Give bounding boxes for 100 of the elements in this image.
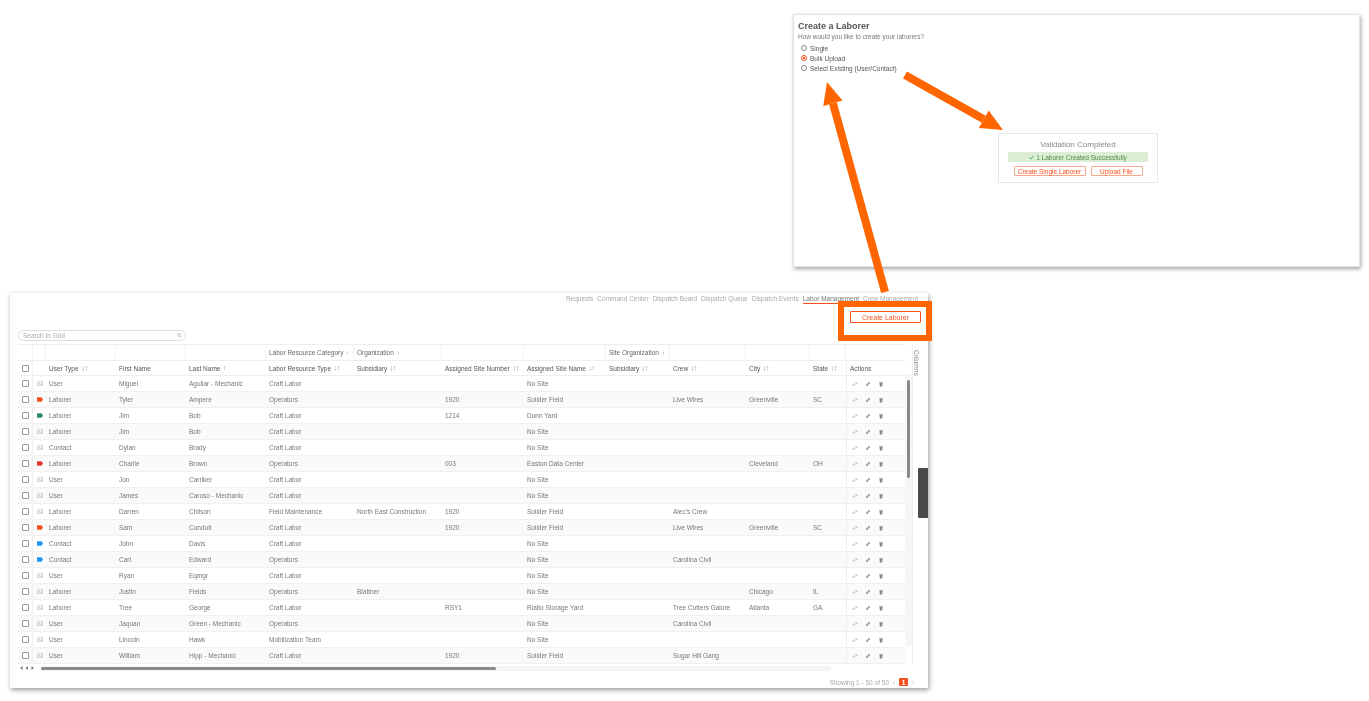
image-placeholder-icon	[36, 637, 43, 642]
pencil-icon[interactable]	[865, 476, 871, 483]
trash-icon[interactable]	[878, 396, 884, 403]
image-placeholder-icon	[36, 621, 43, 626]
pencil-icon[interactable]	[865, 652, 871, 659]
swap-icon[interactable]	[852, 428, 858, 435]
checkbox[interactable]	[21, 396, 29, 403]
trash-icon[interactable]	[878, 444, 884, 451]
pencil-icon[interactable]	[865, 556, 871, 563]
trash-icon[interactable]	[878, 460, 884, 467]
trash-icon[interactable]	[878, 492, 884, 499]
scroll-arrows-icon[interactable]	[18, 665, 36, 671]
sort-icon[interactable]	[334, 365, 341, 371]
radio-button[interactable]	[801, 55, 807, 61]
trash-icon[interactable]	[878, 476, 884, 483]
trash-icon[interactable]	[878, 508, 884, 515]
checkbox[interactable]	[21, 540, 29, 547]
checkbox[interactable]	[21, 604, 29, 611]
swap-icon[interactable]	[852, 380, 858, 387]
checkbox[interactable]	[21, 380, 29, 387]
trash-icon[interactable]	[878, 412, 884, 419]
swap-icon[interactable]	[852, 476, 858, 483]
sort-icon[interactable]	[512, 365, 519, 371]
pencil-icon[interactable]	[865, 460, 871, 467]
swap-icon[interactable]	[852, 604, 858, 611]
swap-icon[interactable]	[852, 652, 858, 659]
checkbox[interactable]	[21, 652, 29, 659]
image-placeholder-icon	[36, 573, 43, 578]
image-placeholder-icon	[36, 381, 43, 386]
vertical-scrollbar[interactable]	[905, 374, 912, 646]
checkbox[interactable]	[21, 460, 29, 467]
sort-icon[interactable]	[763, 365, 770, 371]
pencil-icon[interactable]	[865, 540, 871, 547]
trash-icon[interactable]	[878, 652, 884, 659]
swap-icon[interactable]	[852, 556, 858, 563]
swap-icon[interactable]	[852, 572, 858, 579]
sort-icon[interactable]	[81, 365, 88, 371]
swap-icon[interactable]	[852, 460, 858, 467]
swap-icon[interactable]	[852, 588, 858, 595]
trash-icon[interactable]	[878, 380, 884, 387]
checkbox[interactable]	[21, 428, 29, 435]
validation-title: Validation Completed	[1040, 140, 1116, 149]
image-placeholder-icon	[36, 477, 43, 482]
trash-icon[interactable]	[878, 556, 884, 563]
pencil-icon[interactable]	[865, 428, 871, 435]
checkbox[interactable]	[21, 476, 29, 483]
swap-icon[interactable]	[852, 524, 858, 531]
swap-icon[interactable]	[852, 540, 858, 547]
image-placeholder-icon	[36, 509, 43, 514]
image-placeholder-icon	[36, 445, 43, 450]
checkbox[interactable]	[21, 492, 29, 499]
checkbox[interactable]	[21, 572, 29, 579]
trash-icon[interactable]	[878, 636, 884, 643]
swap-icon[interactable]	[852, 444, 858, 451]
pencil-icon[interactable]	[865, 444, 871, 451]
swap-icon[interactable]	[852, 412, 858, 419]
checkbox[interactable]	[21, 524, 29, 531]
pencil-icon[interactable]	[865, 412, 871, 419]
image-placeholder-icon	[36, 493, 43, 498]
swap-icon[interactable]	[852, 492, 858, 499]
swap-icon[interactable]	[852, 396, 858, 403]
horizontal-scrollbar[interactable]	[41, 665, 831, 671]
dialog-title: Create a Laborer	[798, 21, 870, 31]
sort-icon[interactable]	[642, 365, 649, 371]
sort-icon[interactable]	[390, 365, 397, 371]
pencil-icon[interactable]	[865, 396, 871, 403]
pencil-icon[interactable]	[865, 524, 871, 531]
pencil-icon[interactable]	[865, 588, 871, 595]
pencil-icon[interactable]	[865, 492, 871, 499]
sort-icon[interactable]	[831, 365, 838, 371]
image-placeholder-icon	[36, 653, 43, 658]
pencil-icon[interactable]	[865, 636, 871, 643]
image-placeholder-icon	[36, 429, 43, 434]
swap-icon[interactable]	[852, 620, 858, 627]
checkbox[interactable]	[21, 636, 29, 643]
trash-icon[interactable]	[878, 604, 884, 611]
sort-icon[interactable]	[691, 365, 698, 371]
checkbox[interactable]	[21, 620, 29, 627]
pencil-icon[interactable]	[865, 620, 871, 627]
trash-icon[interactable]	[878, 540, 884, 547]
pencil-icon[interactable]	[865, 604, 871, 611]
checkbox[interactable]	[21, 556, 29, 563]
trash-icon[interactable]	[878, 588, 884, 595]
image-placeholder-icon	[36, 589, 43, 594]
checkbox[interactable]	[21, 588, 29, 595]
sort-ascending-icon[interactable]	[223, 365, 227, 371]
trash-icon[interactable]	[878, 428, 884, 435]
trash-icon[interactable]	[878, 524, 884, 531]
checkbox[interactable]	[21, 412, 29, 419]
pencil-icon[interactable]	[865, 508, 871, 515]
swap-icon[interactable]	[852, 636, 858, 643]
trash-icon[interactable]	[878, 620, 884, 627]
trash-icon[interactable]	[878, 572, 884, 579]
pencil-icon[interactable]	[865, 380, 871, 387]
checkbox[interactable]	[21, 508, 29, 515]
pencil-icon[interactable]	[865, 572, 871, 579]
checkbox[interactable]	[21, 444, 29, 451]
checkbox[interactable]	[21, 364, 29, 372]
swap-icon[interactable]	[852, 508, 858, 515]
sort-icon[interactable]	[588, 365, 595, 371]
